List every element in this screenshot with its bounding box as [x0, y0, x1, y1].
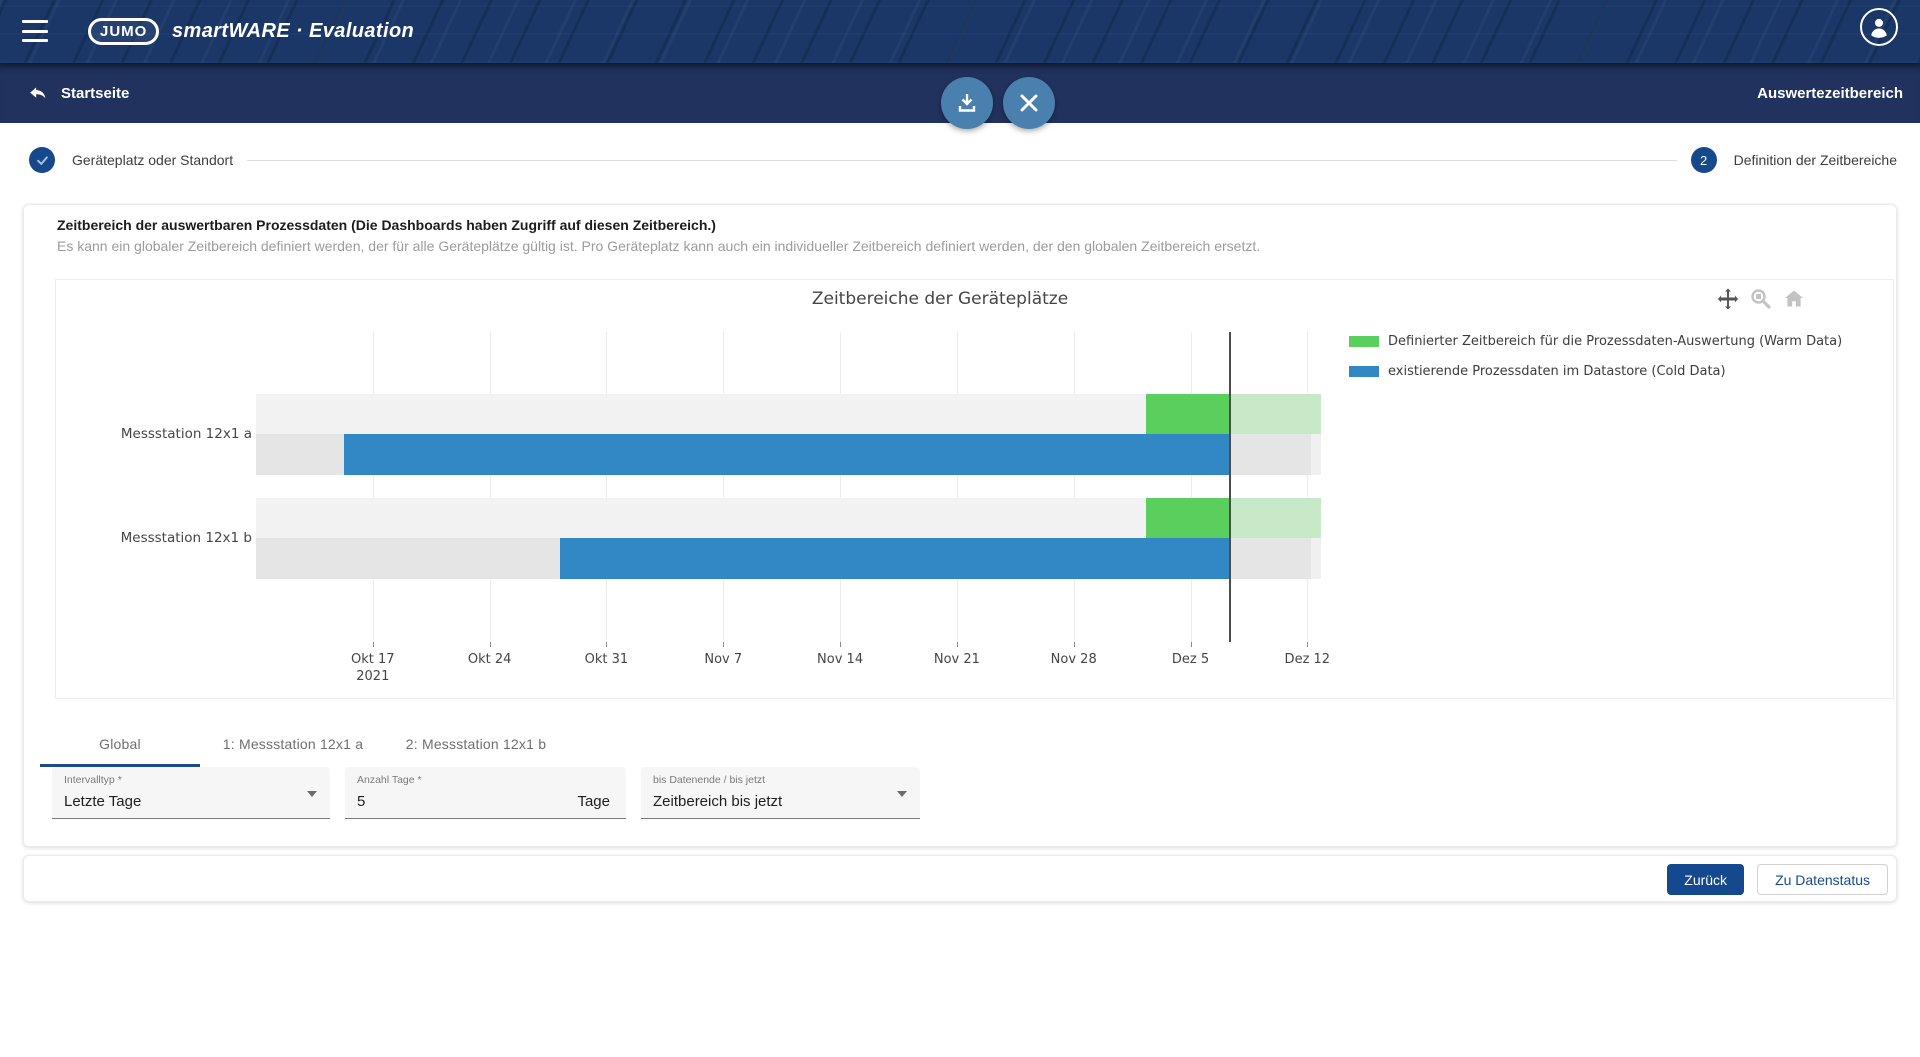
step-1-label: Geräteplatz oder Standort [72, 152, 233, 168]
field-label: Anzahl Tage * [357, 774, 422, 786]
close-icon [1019, 93, 1039, 113]
field-value: 5 [357, 793, 365, 810]
zu-datenstatus-button[interactable]: Zu Datenstatus [1757, 864, 1888, 895]
axis-tick-label: Nov 28 [1051, 652, 1097, 667]
cold-track-tail [1311, 434, 1321, 475]
legend-label: Definierter Zeitbereich für die Prozessd… [1388, 334, 1842, 349]
zurueck-button[interactable]: Zurück [1667, 864, 1744, 895]
cold-track-tail [1311, 538, 1321, 579]
gridline [606, 332, 607, 642]
back-label: Startseite [61, 85, 129, 102]
axis-tick [1191, 642, 1192, 647]
gridline [490, 332, 491, 642]
warm-data-projected-bar [1229, 498, 1321, 538]
select-bis-datenende-bis-jetzt[interactable]: bis Datenende / bis jetzt Zeitbereich bis… [641, 767, 920, 819]
gridline [373, 332, 374, 642]
row-label: Messstation 12x1 a [56, 425, 252, 443]
axis-tick-label: Okt 31 [585, 652, 629, 667]
legend-item[interactable]: Definierter Zeitbereich für die Prozessd… [1349, 326, 1842, 356]
axis-tick-label: Dez 12 [1285, 652, 1331, 667]
close-button[interactable] [1003, 77, 1055, 129]
axis-tick-label: Nov 21 [934, 652, 980, 667]
gridline [723, 332, 724, 642]
gridline [1307, 332, 1308, 642]
footer-actions: Zurück Zu Datenstatus [1667, 864, 1888, 895]
check-icon [35, 153, 50, 168]
chevron-down-icon [897, 791, 907, 797]
step-2-label: Definition der Zeitbereiche [1734, 152, 1897, 168]
cold-data-bar [344, 434, 1229, 475]
main-card: Zeitbereich der auswertbaren Prozessdate… [23, 204, 1897, 847]
axis-tick [606, 642, 607, 647]
reply-arrow-icon [27, 82, 49, 104]
person-icon [1866, 14, 1892, 40]
legend-item[interactable]: existierende Prozessdaten im Datastore (… [1349, 356, 1842, 386]
tab-1-messstation-12x1-a[interactable]: 1: Messstation 12x1 a [200, 721, 386, 767]
gridline [840, 332, 841, 642]
app-root: JUMO smartWARE · Evaluation Startseite A… [0, 0, 1920, 1057]
axis-year-label: 2021 [351, 669, 395, 684]
nav-context-label: Auswertezeitbereich [1757, 63, 1903, 123]
axis-tick-label: Nov 14 [817, 652, 863, 667]
axis-tick-label: Okt 24 [468, 652, 512, 667]
gridline [957, 332, 958, 642]
gridline [1074, 332, 1075, 642]
menu-icon[interactable] [22, 20, 48, 42]
footer-card: Zurück Zu Datenstatus [23, 855, 1897, 902]
axis-tick [840, 642, 841, 647]
step-2-circle: 2 [1691, 147, 1717, 173]
intro-description: Es kann ein globaler Zeitbereich definie… [57, 238, 1260, 254]
axis-tick [1074, 642, 1075, 647]
user-avatar[interactable] [1860, 8, 1898, 46]
axis-tick [373, 642, 374, 647]
download-button[interactable] [941, 77, 993, 129]
app-title: smartWARE · Evaluation [172, 0, 414, 63]
wizard-stepper: Geräteplatz oder Standort 2 Definition d… [29, 143, 1897, 177]
fab-group [941, 77, 1055, 129]
legend-swatch [1349, 336, 1379, 347]
legend-swatch [1349, 366, 1379, 377]
tab-global[interactable]: Global [40, 721, 200, 767]
chart-legend: Definierter Zeitbereich für die Prozessd… [1349, 326, 1842, 386]
field-value: Zeitbereich bis jetzt [653, 793, 782, 810]
row-label: Messstation 12x1 b [56, 529, 252, 547]
back-home-link[interactable]: Startseite [27, 63, 129, 123]
jumo-logo: JUMO [88, 18, 159, 45]
step-1-circle [29, 147, 55, 173]
intro-heading: Zeitbereich der auswertbaren Prozessdate… [57, 217, 716, 233]
stepper-connector [247, 160, 1676, 161]
step-2-zeitbereiche[interactable]: 2 Definition der Zeitbereiche [1691, 147, 1897, 173]
field-label: Intervalltyp * [64, 774, 122, 786]
axis-tick [1307, 642, 1308, 647]
chart-panel: Zeitbereiche der Geräteplätze [55, 279, 1894, 699]
field-suffix: Tage [577, 793, 610, 810]
download-icon [955, 91, 979, 115]
step-1-geraeteplatz[interactable]: Geräteplatz oder Standort [29, 147, 233, 173]
scope-tabs: Global1: Messstation 12x1 a2: Messstatio… [40, 721, 566, 767]
axis-tick-label: Nov 7 [704, 652, 742, 667]
field-value: Letzte Tage [64, 793, 141, 810]
field-label: bis Datenende / bis jetzt [653, 774, 765, 786]
chevron-down-icon [307, 791, 317, 797]
interval-form: Intervalltyp * Letzte Tage Anzahl Tage * 5 T… [24, 767, 1896, 819]
now-marker-line [1229, 332, 1231, 642]
tab-2-messstation-12x1-b[interactable]: 2: Messstation 12x1 b [386, 721, 566, 767]
input-anzahl-tage[interactable]: Anzahl Tage * 5 Tage [345, 767, 626, 819]
select-intervalltyp[interactable]: Intervalltyp * Letzte Tage [52, 767, 330, 819]
legend-label: existierende Prozessdaten im Datastore (… [1388, 364, 1726, 379]
warm-data-bar [1146, 498, 1229, 538]
gridline [1191, 332, 1192, 642]
cold-data-bar [560, 538, 1230, 579]
warm-data-bar [1146, 394, 1229, 434]
axis-tick-label: Dez 5 [1172, 652, 1209, 667]
top-app-bar: JUMO smartWARE · Evaluation [0, 0, 1920, 63]
axis-tick [723, 642, 724, 647]
axis-tick [957, 642, 958, 647]
axis-tick [490, 642, 491, 647]
axis-tick-label: Okt 172021 [351, 652, 395, 684]
warm-data-projected-bar [1229, 394, 1321, 434]
